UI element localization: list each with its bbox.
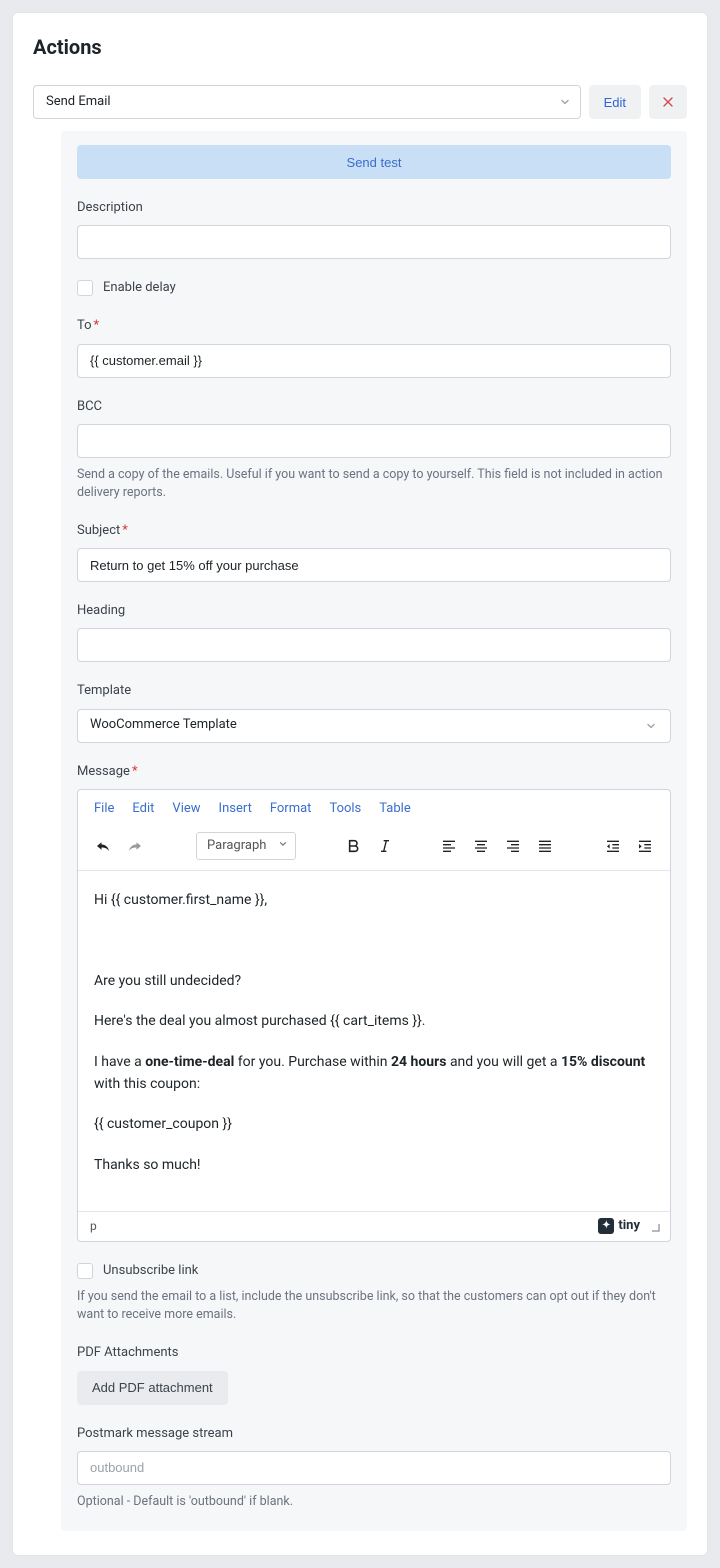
redo-icon — [126, 837, 144, 855]
postmark-input[interactable] — [77, 1451, 671, 1485]
resize-handle[interactable] — [648, 1220, 660, 1232]
bold-button[interactable] — [338, 832, 368, 860]
unsubscribe-help: If you send the email to a list, include… — [77, 1288, 671, 1324]
heading-input[interactable] — [77, 628, 671, 662]
undo-icon — [94, 837, 112, 855]
subject-label: Subject* — [77, 522, 671, 540]
editor-paragraph: I have a one-time-deal for you. Purchase… — [94, 1051, 654, 1096]
field-message: Message* File Edit View Insert Format To… — [77, 763, 671, 1242]
align-justify-icon — [537, 838, 553, 854]
enable-delay-label: Enable delay — [103, 279, 176, 297]
resize-icon — [648, 1220, 660, 1232]
description-label: Description — [77, 199, 671, 217]
pdf-label: PDF Attachments — [77, 1344, 671, 1362]
align-justify-button[interactable] — [530, 832, 560, 860]
action-type-select[interactable]: Send Email — [33, 85, 581, 119]
italic-icon — [377, 838, 393, 854]
indent-button[interactable] — [630, 832, 660, 860]
action-type-select-wrap: Send Email — [33, 85, 581, 119]
description-input[interactable] — [77, 225, 671, 259]
editor-paragraph: {{ customer_coupon }} — [94, 1113, 654, 1135]
menu-view[interactable]: View — [172, 800, 200, 818]
page-title: Actions — [33, 33, 687, 61]
edit-button[interactable]: Edit — [589, 85, 641, 119]
close-icon — [663, 97, 673, 107]
rich-text-editor: File Edit View Insert Format Tools Table — [77, 789, 671, 1242]
align-left-button[interactable] — [434, 832, 464, 860]
menu-edit[interactable]: Edit — [132, 800, 154, 818]
menu-insert[interactable]: Insert — [219, 800, 252, 818]
align-right-icon — [505, 838, 521, 854]
align-center-icon — [473, 838, 489, 854]
unsubscribe-label: Unsubscribe link — [103, 1262, 198, 1280]
field-pdf: PDF Attachments Add PDF attachment — [77, 1344, 671, 1404]
action-body: Send test Description Enable delay To* B — [61, 131, 687, 1531]
editor-statusbar: p ✦tiny — [78, 1211, 670, 1241]
editor-element-path[interactable]: p — [90, 1218, 97, 1235]
to-label: To* — [77, 317, 671, 335]
field-to: To* — [77, 317, 671, 377]
bold-icon — [345, 838, 361, 854]
align-left-icon — [441, 838, 457, 854]
indent-icon — [637, 838, 653, 854]
message-label: Message* — [77, 763, 671, 781]
align-right-button[interactable] — [498, 832, 528, 860]
block-format-select[interactable]: Paragraph — [196, 832, 296, 860]
postmark-help: Optional - Default is 'outbound' if blan… — [77, 1493, 671, 1511]
editor-paragraph: Thanks so much! — [94, 1154, 654, 1176]
editor-content[interactable]: Hi {{ customer.first_name }}, Are you st… — [78, 871, 670, 1211]
enable-delay-checkbox[interactable] — [77, 280, 93, 296]
field-subject: Subject* — [77, 522, 671, 582]
editor-toolbar: Paragraph — [78, 826, 670, 871]
menu-tools[interactable]: Tools — [329, 800, 361, 818]
heading-label: Heading — [77, 602, 671, 620]
editor-paragraph: Are you still undecided? — [94, 970, 654, 992]
postmark-label: Postmark message stream — [77, 1425, 671, 1443]
field-postmark: Postmark message stream Optional - Defau… — [77, 1425, 671, 1511]
bcc-help: Send a copy of the emails. Useful if you… — [77, 466, 671, 502]
undo-button[interactable] — [88, 832, 118, 860]
italic-button[interactable] — [370, 832, 400, 860]
send-test-button[interactable]: Send test — [77, 145, 671, 179]
actions-card: Actions Send Email Edit Send test Descri… — [12, 12, 708, 1556]
unsubscribe-row[interactable]: Unsubscribe link — [77, 1262, 671, 1280]
tinymce-logo: ✦tiny — [598, 1217, 640, 1235]
menu-file[interactable]: File — [94, 800, 114, 818]
to-input[interactable] — [77, 344, 671, 378]
add-pdf-button[interactable]: Add PDF attachment — [77, 1371, 228, 1405]
unsubscribe-checkbox[interactable] — [77, 1263, 93, 1279]
field-template: Template WooCommerce Template — [77, 682, 671, 742]
bcc-input[interactable] — [77, 424, 671, 458]
editor-paragraph: Hi {{ customer.first_name }}, — [94, 889, 654, 911]
outdent-button[interactable] — [598, 832, 628, 860]
bcc-label: BCC — [77, 398, 671, 416]
field-bcc: BCC Send a copy of the emails. Useful if… — [77, 398, 671, 502]
editor-menubar: File Edit View Insert Format Tools Table — [78, 790, 670, 826]
outdent-icon — [605, 838, 621, 854]
field-heading: Heading — [77, 602, 671, 662]
enable-delay-row[interactable]: Enable delay — [77, 279, 671, 297]
template-label: Template — [77, 682, 671, 700]
menu-table[interactable]: Table — [379, 800, 410, 818]
editor-paragraph: Here's the deal you almost purchased {{ … — [94, 1010, 654, 1032]
subject-input[interactable] — [77, 548, 671, 582]
template-select[interactable]: WooCommerce Template — [77, 709, 671, 743]
menu-format[interactable]: Format — [270, 800, 312, 818]
align-center-button[interactable] — [466, 832, 496, 860]
field-description: Description — [77, 199, 671, 259]
delete-action-button[interactable] — [649, 85, 687, 119]
action-header-row: Send Email Edit — [33, 85, 687, 119]
redo-button[interactable] — [120, 832, 150, 860]
